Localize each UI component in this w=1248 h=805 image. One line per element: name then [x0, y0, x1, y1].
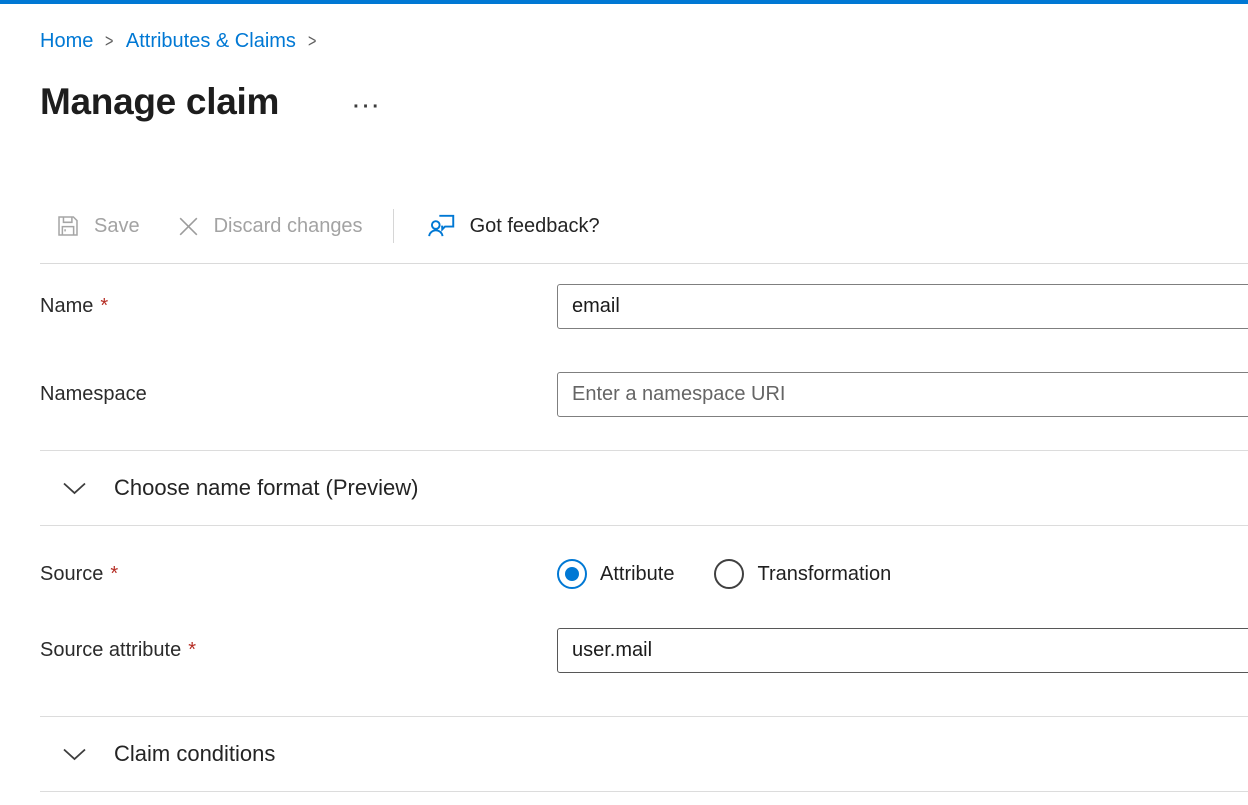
- breadcrumb-separator: >: [308, 31, 316, 52]
- required-asterisk: *: [100, 295, 108, 317]
- radio-option-attribute[interactable]: Attribute: [557, 559, 674, 589]
- name-input[interactable]: [557, 284, 1248, 329]
- page-content: Home > Attributes & Claims > Manage clai…: [0, 30, 1248, 792]
- breadcrumb: Home > Attributes & Claims >: [40, 30, 1248, 53]
- source-attribute-input[interactable]: [557, 628, 1248, 673]
- radio-selected-icon[interactable]: [557, 559, 587, 589]
- choose-name-format-section-label: Choose name format (Preview): [114, 475, 418, 501]
- title-row: Manage claim ···: [40, 79, 1248, 125]
- name-field-wrap: [557, 284, 1248, 329]
- source-radio-group: Attribute Transformation: [557, 559, 1248, 589]
- toolbar-bottom-divider: [40, 263, 1248, 264]
- radio-attribute-label: Attribute: [600, 563, 674, 586]
- name-field-row: Name *: [40, 284, 1248, 329]
- name-field-label: Name *: [40, 295, 557, 318]
- section-divider: [40, 791, 1248, 792]
- person-feedback-icon: [427, 211, 457, 241]
- required-asterisk: *: [188, 639, 196, 661]
- radio-unselected-icon[interactable]: [714, 559, 744, 589]
- namespace-input[interactable]: [557, 372, 1248, 417]
- breadcrumb-separator: >: [105, 31, 113, 52]
- radio-option-transformation[interactable]: Transformation: [714, 559, 891, 589]
- source-attribute-field-wrap: [557, 628, 1248, 673]
- floppy-disk-icon: [55, 213, 81, 239]
- top-accent-bar: [0, 0, 1248, 4]
- radio-transformation-label: Transformation: [757, 563, 891, 586]
- command-toolbar: Save Discard changes Got feedback?: [40, 205, 1248, 247]
- save-button-label: Save: [94, 215, 140, 238]
- name-label-text: Name: [40, 295, 93, 317]
- source-label-text: Source: [40, 563, 103, 585]
- namespace-field-label: Namespace: [40, 383, 557, 406]
- discard-changes-button[interactable]: Discard changes: [176, 214, 363, 239]
- chevron-down-icon: [62, 480, 87, 496]
- source-attribute-field-row: Source attribute *: [40, 628, 1248, 673]
- got-feedback-button[interactable]: Got feedback?: [427, 211, 600, 241]
- claim-conditions-section-header[interactable]: Claim conditions: [40, 717, 1248, 791]
- namespace-label-text: Namespace: [40, 383, 147, 405]
- required-asterisk: *: [110, 563, 118, 585]
- breadcrumb-link-home[interactable]: Home: [40, 30, 93, 53]
- chevron-down-icon: [62, 746, 87, 762]
- toolbar-divider: [393, 209, 394, 243]
- source-attribute-label-text: Source attribute: [40, 639, 181, 661]
- title-context-menu-button[interactable]: ···: [349, 96, 386, 119]
- source-field-row: Source * Attribute Transformation: [40, 552, 1248, 596]
- namespace-field-row: Namespace: [40, 372, 1248, 417]
- page-title: Manage claim: [40, 79, 279, 125]
- namespace-field-wrap: [557, 372, 1248, 417]
- feedback-button-label: Got feedback?: [470, 215, 600, 238]
- discard-button-label: Discard changes: [214, 215, 363, 238]
- x-icon: [176, 214, 201, 239]
- section-divider: [40, 525, 1248, 526]
- source-field-label: Source *: [40, 563, 557, 586]
- save-button[interactable]: Save: [55, 213, 140, 239]
- choose-name-format-section-header[interactable]: Choose name format (Preview): [40, 451, 1248, 525]
- breadcrumb-link-attributes-claims[interactable]: Attributes & Claims: [126, 30, 296, 53]
- source-attribute-field-label: Source attribute *: [40, 639, 557, 662]
- claim-conditions-section-label: Claim conditions: [114, 741, 275, 767]
